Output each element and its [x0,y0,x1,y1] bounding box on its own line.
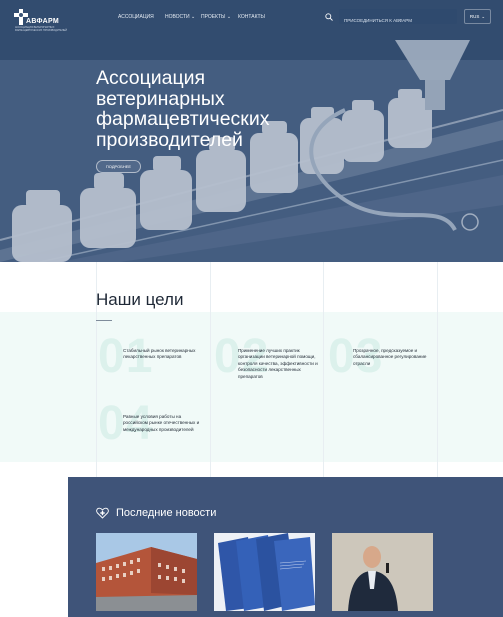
heart-cross-icon [96,507,109,519]
nav-item-news[interactable]: НОВОСТИ ⌄ [165,14,201,20]
language-selector[interactable]: RUS ⌄ [464,9,491,24]
grid-line [437,262,438,477]
goal-text: Стабильный рынок ветеринарных лекарствен… [123,348,196,360]
nav-item-news-label: НОВОСТИ [165,14,190,20]
goal-text: Прозрачное, предсказуемое и сбалансирова… [353,348,427,366]
documents-photo [214,533,315,611]
chevron-down-icon: ⌄ [226,14,232,20]
join-field[interactable] [339,13,457,28]
news-card-image[interactable] [214,533,315,611]
hero-banner: АВФАРМ АССОЦИАЦИЯ ВЕТЕРИНАРНЫХ ФАРМАЦЕВТ… [0,0,503,262]
goals-title: Наши цели [96,290,184,309]
top-navigation: АВФАРМ АССОЦИАЦИЯ ВЕТЕРИНАРНЫХ ФАРМАЦЕВТ… [0,0,503,34]
grid-line [210,262,211,477]
speaker-photo [332,533,433,611]
goal-text: Равные условия работы на российском рынк… [123,414,200,432]
nav-item-projects-label: ПРОЕКТЫ [201,14,226,20]
title-underline [96,320,112,321]
news-title: Последние новости [116,507,217,519]
goal-text: Применение лучших практик организации ве… [238,348,318,379]
hero-title: Ассоциация ветеринарных фармацевтических… [96,67,270,151]
language-label: RUS [469,14,480,19]
hero-more-button[interactable]: ПОДРОБНЕЕ [96,160,141,173]
news-card-image[interactable] [332,533,433,611]
nav-item-projects[interactable]: ПРОЕКТЫ ⌄ [201,14,238,20]
join-button[interactable] [339,9,457,28]
nav-item-association[interactable]: АССОЦИАЦИЯ [118,14,165,20]
building-photo [96,533,197,611]
logo-subtitle: АССОЦИАЦИЯ ВЕТЕРИНАРНЫХ ФАРМАЦЕВТИЧЕСКИХ… [15,26,67,32]
main-nav: АССОЦИАЦИЯ НОВОСТИ ⌄ ПРОЕКТЫ ⌄ КОНТАКТЫ [118,14,265,20]
grid-line [323,262,324,477]
search-icon[interactable] [325,13,333,21]
news-card-image[interactable] [96,533,197,611]
chevron-down-icon: ⌄ [191,14,196,20]
chevron-down-icon: ⌄ [481,13,486,19]
logo[interactable]: АВФАРМ [14,9,59,25]
logo-text: АВФАРМ [26,18,59,25]
nav-item-contacts[interactable]: КОНТАКТЫ [238,14,265,20]
